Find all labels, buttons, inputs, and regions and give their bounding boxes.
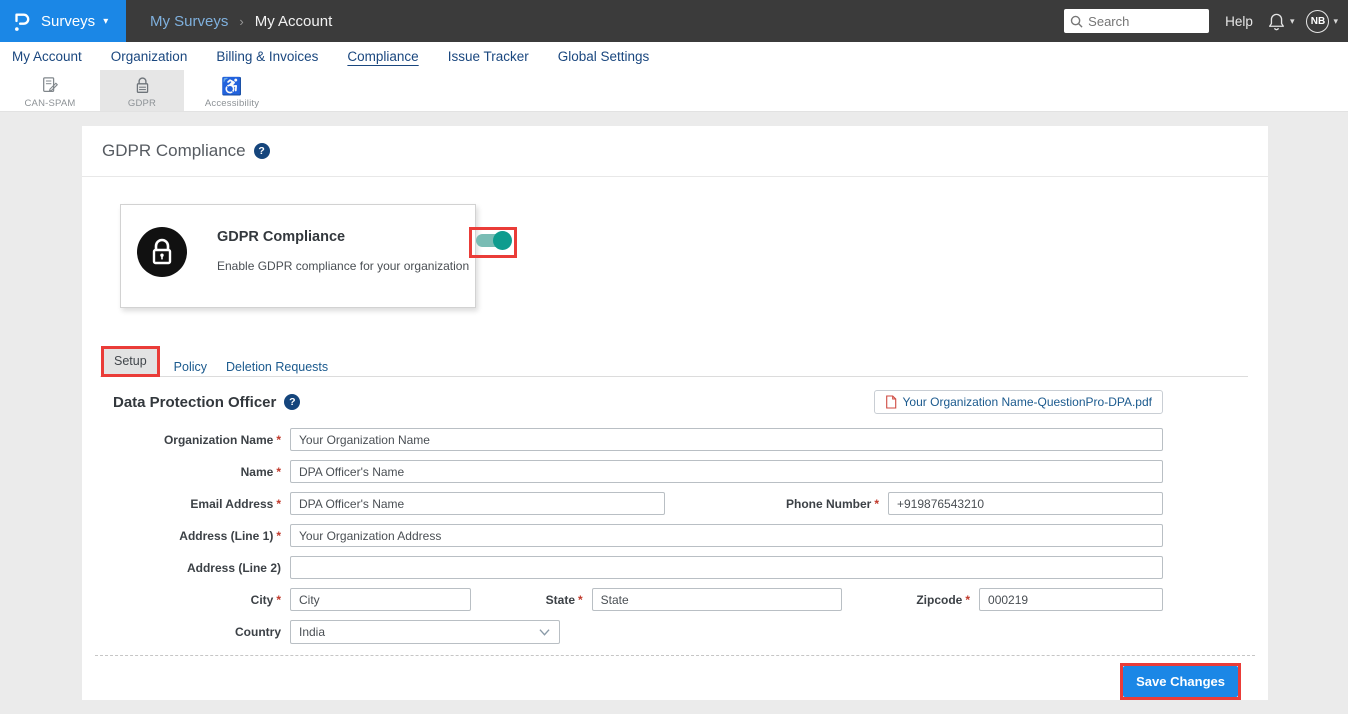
gdpr-section-tabs: Setup Policy Deletion Requests xyxy=(100,346,1248,377)
form-row: Address (Line 1)* xyxy=(82,524,1163,547)
nav-tab-issue-tracker[interactable]: Issue Tracker xyxy=(448,49,529,64)
document-pencil-icon xyxy=(41,76,59,95)
nav-tab-organization[interactable]: Organization xyxy=(111,49,188,64)
phone-number-input[interactable] xyxy=(888,492,1163,515)
dpa-pdf-button[interactable]: Your Organization Name-QuestionPro-DPA.p… xyxy=(874,390,1163,414)
section-title: Data Protection Officer xyxy=(113,394,276,411)
subtab-accessibility[interactable]: ♿ Accessibility xyxy=(184,70,280,111)
organization-name-input[interactable] xyxy=(290,428,1163,451)
page-title: GDPR Compliance xyxy=(102,141,246,161)
breadcrumb-separator-icon: › xyxy=(239,14,243,29)
tab-setup[interactable]: Setup xyxy=(104,349,157,374)
avatar: NB xyxy=(1306,10,1329,33)
breadcrumb-my-surveys[interactable]: My Surveys xyxy=(150,13,228,30)
search-box xyxy=(1064,9,1209,33)
address-line1-input[interactable] xyxy=(290,524,1163,547)
field-label: Organization Name* xyxy=(82,433,281,447)
help-icon[interactable]: ? xyxy=(284,394,300,410)
subtab-label: GDPR xyxy=(128,98,156,109)
toggle-knob xyxy=(493,231,512,250)
pdf-button-label: Your Organization Name-QuestionPro-DPA.p… xyxy=(903,395,1152,409)
help-link[interactable]: Help xyxy=(1225,14,1253,29)
form-row: Organization Name* xyxy=(82,428,1163,451)
page-header: GDPR Compliance ? xyxy=(82,126,1268,177)
bell-icon xyxy=(1267,11,1286,32)
subtab-gdpr[interactable]: GDPR xyxy=(100,70,184,111)
product-switcher[interactable]: Surveys ▾ xyxy=(0,0,126,42)
lock-badge-icon xyxy=(137,227,187,277)
field-label: Address (Line 2) xyxy=(82,561,281,575)
nav-tab-global-settings[interactable]: Global Settings xyxy=(558,49,650,64)
field-label: City* xyxy=(82,593,281,607)
field-label: Zipcode* xyxy=(916,593,970,607)
tab-policy[interactable]: Policy xyxy=(169,360,212,374)
field-label: Email Address* xyxy=(82,497,281,511)
gdpr-toggle-card: GDPR Compliance Enable GDPR compliance f… xyxy=(120,204,476,308)
caret-down-icon: ▾ xyxy=(103,16,108,27)
form-row: City* State* Zipcode* xyxy=(82,588,1163,611)
caret-down-icon: ▾ xyxy=(1333,16,1338,27)
product-name: Surveys xyxy=(41,13,95,30)
form-row: Name* xyxy=(82,460,1163,483)
city-input[interactable] xyxy=(290,588,471,611)
gdpr-toggle[interactable] xyxy=(476,234,510,247)
chevron-down-icon xyxy=(538,627,551,637)
dpa-name-input[interactable] xyxy=(290,460,1163,483)
field-label: Address (Line 1)* xyxy=(82,529,281,543)
nav-tab-my-account[interactable]: My Account xyxy=(12,49,82,64)
accessibility-icon: ♿ xyxy=(221,76,242,95)
country-select[interactable]: India xyxy=(290,620,560,644)
save-changes-button[interactable]: Save Changes xyxy=(1123,666,1238,697)
tab-deletion-requests[interactable]: Deletion Requests xyxy=(221,360,333,374)
top-navigation-bar: Surveys ▾ My Surveys › My Account Help ▾… xyxy=(0,0,1348,42)
subtab-can-spam[interactable]: CAN-SPAM xyxy=(0,70,100,111)
dpo-section-header: Data Protection Officer ? Your Organizat… xyxy=(113,390,1163,414)
subtab-label: Accessibility xyxy=(205,98,259,109)
compliance-subtabs: CAN-SPAM GDPR ♿ Accessibility xyxy=(0,70,1348,112)
breadcrumb: My Surveys › My Account xyxy=(150,13,332,30)
search-icon xyxy=(1070,15,1083,28)
nav-tab-billing-invoices[interactable]: Billing & Invoices xyxy=(216,49,318,64)
form-row: Country India xyxy=(82,620,1163,644)
field-label: Phone Number* xyxy=(786,497,879,511)
nav-tab-compliance[interactable]: Compliance xyxy=(347,49,418,64)
state-input[interactable] xyxy=(592,588,842,611)
annotation-highlight: Setup xyxy=(101,346,160,377)
dpo-form: Organization Name* Name* Email Address* … xyxy=(82,428,1163,644)
form-row: Email Address* Phone Number* xyxy=(82,492,1163,515)
country-selected-value: India xyxy=(299,625,325,639)
breadcrumb-current: My Account xyxy=(255,13,333,30)
search-input[interactable] xyxy=(1088,14,1198,29)
lock-icon xyxy=(134,76,151,95)
gdpr-compliance-panel: GDPR Compliance ? GDPR Compliance Enable… xyxy=(82,126,1268,700)
field-label: Name* xyxy=(82,465,281,479)
notifications-button[interactable]: ▾ xyxy=(1267,11,1295,32)
caret-down-icon: ▾ xyxy=(1290,16,1295,27)
subtab-label: CAN-SPAM xyxy=(24,98,75,109)
account-nav-tabs: My Account Organization Billing & Invoic… xyxy=(0,42,1348,70)
help-icon[interactable]: ? xyxy=(254,143,270,159)
account-menu[interactable]: NB ▾ xyxy=(1306,10,1338,33)
card-description: Enable GDPR compliance for your organiza… xyxy=(217,259,469,273)
annotation-highlight: Save Changes xyxy=(1120,663,1241,700)
field-label: Country xyxy=(82,625,281,639)
address-line2-input[interactable] xyxy=(290,556,1163,579)
questionpro-logo-icon xyxy=(12,8,30,34)
save-row: Save Changes xyxy=(82,663,1241,700)
divider xyxy=(95,655,1255,656)
card-title: GDPR Compliance xyxy=(217,229,469,245)
field-label: State* xyxy=(546,593,583,607)
email-address-input[interactable] xyxy=(290,492,665,515)
zipcode-input[interactable] xyxy=(979,588,1163,611)
form-row: Address (Line 2) xyxy=(82,556,1163,579)
annotation-highlight xyxy=(469,227,517,258)
pdf-file-icon xyxy=(885,395,897,409)
